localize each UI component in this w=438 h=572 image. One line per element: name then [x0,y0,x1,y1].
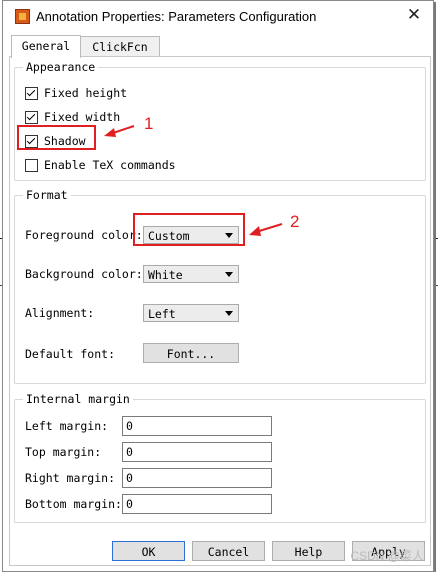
close-icon[interactable]: ✕ [401,3,427,27]
right-margin-input[interactable]: 0 [122,468,272,488]
foreground-highlight-box [133,213,245,246]
format-group-title: Format [23,188,71,202]
enable-tex-label: Enable TeX commands [44,158,176,172]
shadow-highlight-box [17,125,96,150]
annotation-marker-1: 1 [144,114,154,133]
fixed-width-checkbox[interactable] [25,110,38,124]
chevron-down-icon [225,272,233,277]
left-margin-input[interactable]: 0 [122,416,272,436]
internal-margin-group-title: Internal margin [23,392,133,406]
internal-margin-group: Internal margin Left margin: 0 Top margi… [14,392,426,523]
title-bar: Annotation Properties: Parameters Config… [3,1,433,31]
enable-tex-checkbox[interactable] [25,158,38,172]
bottom-margin-input[interactable]: 0 [122,494,272,514]
background-color-dropdown[interactable]: White [143,265,239,283]
csdn-watermark: CSDN @菜人 [350,549,424,563]
appearance-group: Appearance Fixed height Fixed width Shad… [14,60,426,181]
tab-general[interactable]: General [11,35,81,58]
window-title: Annotation Properties: Parameters Config… [36,9,317,24]
fixed-height-label: Fixed height [44,86,128,100]
annotation-marker-2: 2 [290,212,300,231]
appearance-group-title: Appearance [23,60,99,74]
top-margin-label: Top margin: [25,445,102,459]
cancel-button[interactable]: Cancel [192,541,265,561]
enable-tex-checkbox-row[interactable]: Enable TeX commands [25,157,176,173]
background-color-value: White [148,268,183,282]
matlab-app-icon [15,9,30,24]
font-button[interactable]: Font... [143,343,239,363]
bottom-margin-label: Bottom margin: [25,497,122,511]
annotation-arrow-1-icon [104,125,135,137]
chevron-down-icon [225,311,233,316]
alignment-label: Alignment: [25,306,95,320]
right-margin-label: Right margin: [25,471,116,485]
alignment-dropdown[interactable]: Left [143,304,239,322]
alignment-value: Left [148,307,176,321]
fixed-height-checkbox-row[interactable]: Fixed height [25,85,127,101]
foreground-color-label: Foreground color: [25,228,143,242]
ok-button[interactable]: OK [112,541,185,561]
tab-clickfcn[interactable]: ClickFcn [80,36,160,57]
default-font-label: Default font: [25,347,116,361]
background-color-label: Background color: [25,267,143,281]
help-button[interactable]: Help [272,541,345,561]
annotation-properties-dialog: Annotation Properties: Parameters Config… [2,0,434,572]
annotation-arrow-2-icon [249,223,283,236]
fixed-height-checkbox[interactable] [25,86,38,100]
left-margin-label: Left margin: [25,419,109,433]
top-margin-input[interactable]: 0 [122,442,272,462]
